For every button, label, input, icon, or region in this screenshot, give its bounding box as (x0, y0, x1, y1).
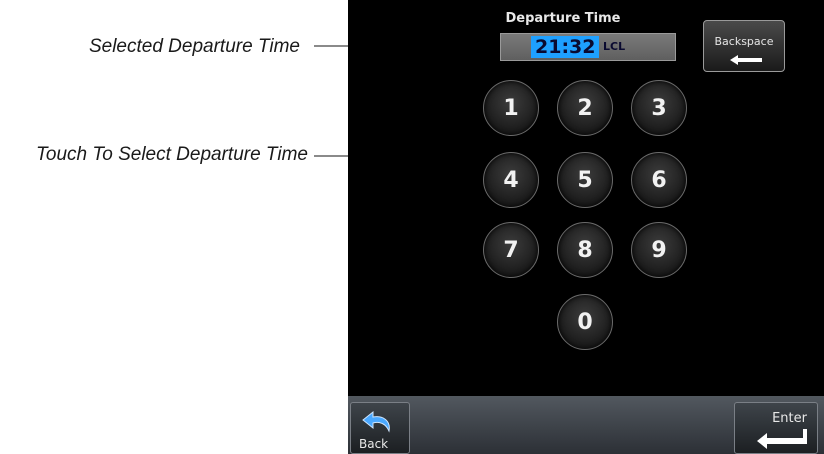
page-title: Departure Time (505, 11, 621, 26)
back-curved-arrow-icon (362, 410, 390, 433)
keypad-key-5[interactable]: 5 (557, 152, 613, 208)
enter-button[interactable]: Enter (734, 402, 818, 454)
time-zone-unit: LCL (603, 40, 626, 53)
keypad-key-4[interactable]: 4 (483, 152, 539, 208)
keypad-key-9[interactable]: 9 (631, 222, 687, 278)
keypad-key-3[interactable]: 3 (631, 80, 687, 136)
keypad-key-0[interactable]: 0 (557, 294, 613, 350)
keypad-key-1[interactable]: 1 (483, 80, 539, 136)
backspace-button[interactable]: Backspace (703, 20, 785, 72)
bottom-bar: Back Enter (348, 396, 824, 454)
enter-return-icon (757, 429, 807, 449)
callout-touch-select-departure-time: Touch To Select Departure Time (36, 144, 308, 165)
enter-label: Enter (772, 411, 807, 426)
left-arrow-icon (730, 55, 762, 65)
departure-time-field[interactable]: 21:32 LCL (500, 33, 676, 61)
keypad-key-2[interactable]: 2 (557, 80, 613, 136)
keypad-key-7[interactable]: 7 (483, 222, 539, 278)
callout-selected-departure-time: Selected Departure Time (88, 36, 300, 57)
departure-time-value: 21:32 (531, 36, 600, 58)
back-label: Back (359, 437, 389, 451)
back-button[interactable]: Back (350, 402, 410, 454)
keypad-key-6[interactable]: 6 (631, 152, 687, 208)
keypad-key-8[interactable]: 8 (557, 222, 613, 278)
device-screen: Departure Time 21:32 LCL Backspace 1 2 3… (348, 0, 824, 454)
backspace-label: Backspace (714, 35, 774, 48)
